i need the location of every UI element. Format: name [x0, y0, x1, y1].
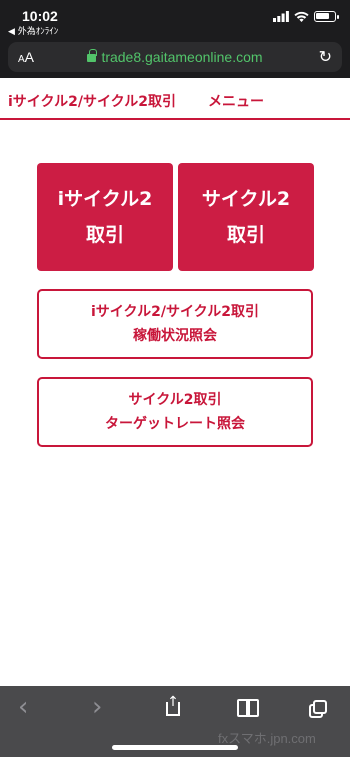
operation-status-inquiry-button[interactable]: iサイクル2/サイクル2取引 稼働状況照会 — [37, 289, 313, 359]
status-icons — [273, 11, 339, 22]
forward-icon[interactable]: › — [92, 692, 102, 722]
icycle2-trade-label-2: 取引 — [85, 224, 124, 246]
tabs-icon[interactable] — [313, 700, 327, 714]
cycle2-trade-button[interactable]: サイクル2 取引 — [178, 163, 314, 271]
nav-cycle-trade-link[interactable]: iサイクル2/サイクル2取引 — [8, 91, 176, 111]
battery-icon — [314, 11, 339, 22]
address-bar[interactable]: AA trade8.gaitameonline.com ↻ — [8, 42, 342, 72]
wifi-icon — [294, 11, 309, 22]
page-nav: iサイクル2/サイクル2取引 メニュー — [0, 78, 350, 120]
back-to-app-link[interactable]: ◀ 外為ｵﾝﾗｲﾝ — [8, 24, 58, 37]
signal-icon — [273, 11, 289, 22]
nav-menu-link[interactable]: メニュー — [208, 91, 264, 111]
cycle2-trade-label-2: 取引 — [226, 224, 265, 246]
target-rate-label-1: サイクル2取引 — [128, 392, 222, 408]
target-rate-label-2: ターゲットレート照会 — [105, 416, 245, 432]
operation-status-label-1: iサイクル2/サイクル2取引 — [91, 304, 259, 320]
lock-icon — [87, 49, 97, 62]
reload-icon[interactable]: ↻ — [319, 47, 332, 66]
url-field[interactable]: trade8.gaitameonline.com — [8, 49, 342, 65]
home-indicator — [112, 745, 238, 750]
browser-address-area: AA trade8.gaitameonline.com ↻ — [0, 38, 350, 78]
bookmarks-icon[interactable] — [237, 699, 259, 717]
icycle2-trade-label-1: iサイクル2 — [57, 188, 153, 210]
status-bar: 10:02 ◀ 外為ｵﾝﾗｲﾝ — [0, 0, 350, 38]
back-icon[interactable]: ‹ — [18, 692, 28, 722]
url-text: trade8.gaitameonline.com — [101, 49, 263, 65]
status-time: 10:02 — [22, 8, 58, 24]
share-arrow-icon: ↑ — [167, 694, 179, 710]
operation-status-label-2: 稼働状況照会 — [133, 328, 217, 344]
cycle2-trade-label-1: サイクル2 — [201, 188, 291, 210]
icycle2-trade-button[interactable]: iサイクル2 取引 — [37, 163, 173, 271]
target-rate-inquiry-button[interactable]: サイクル2取引 ターゲットレート照会 — [37, 377, 313, 447]
